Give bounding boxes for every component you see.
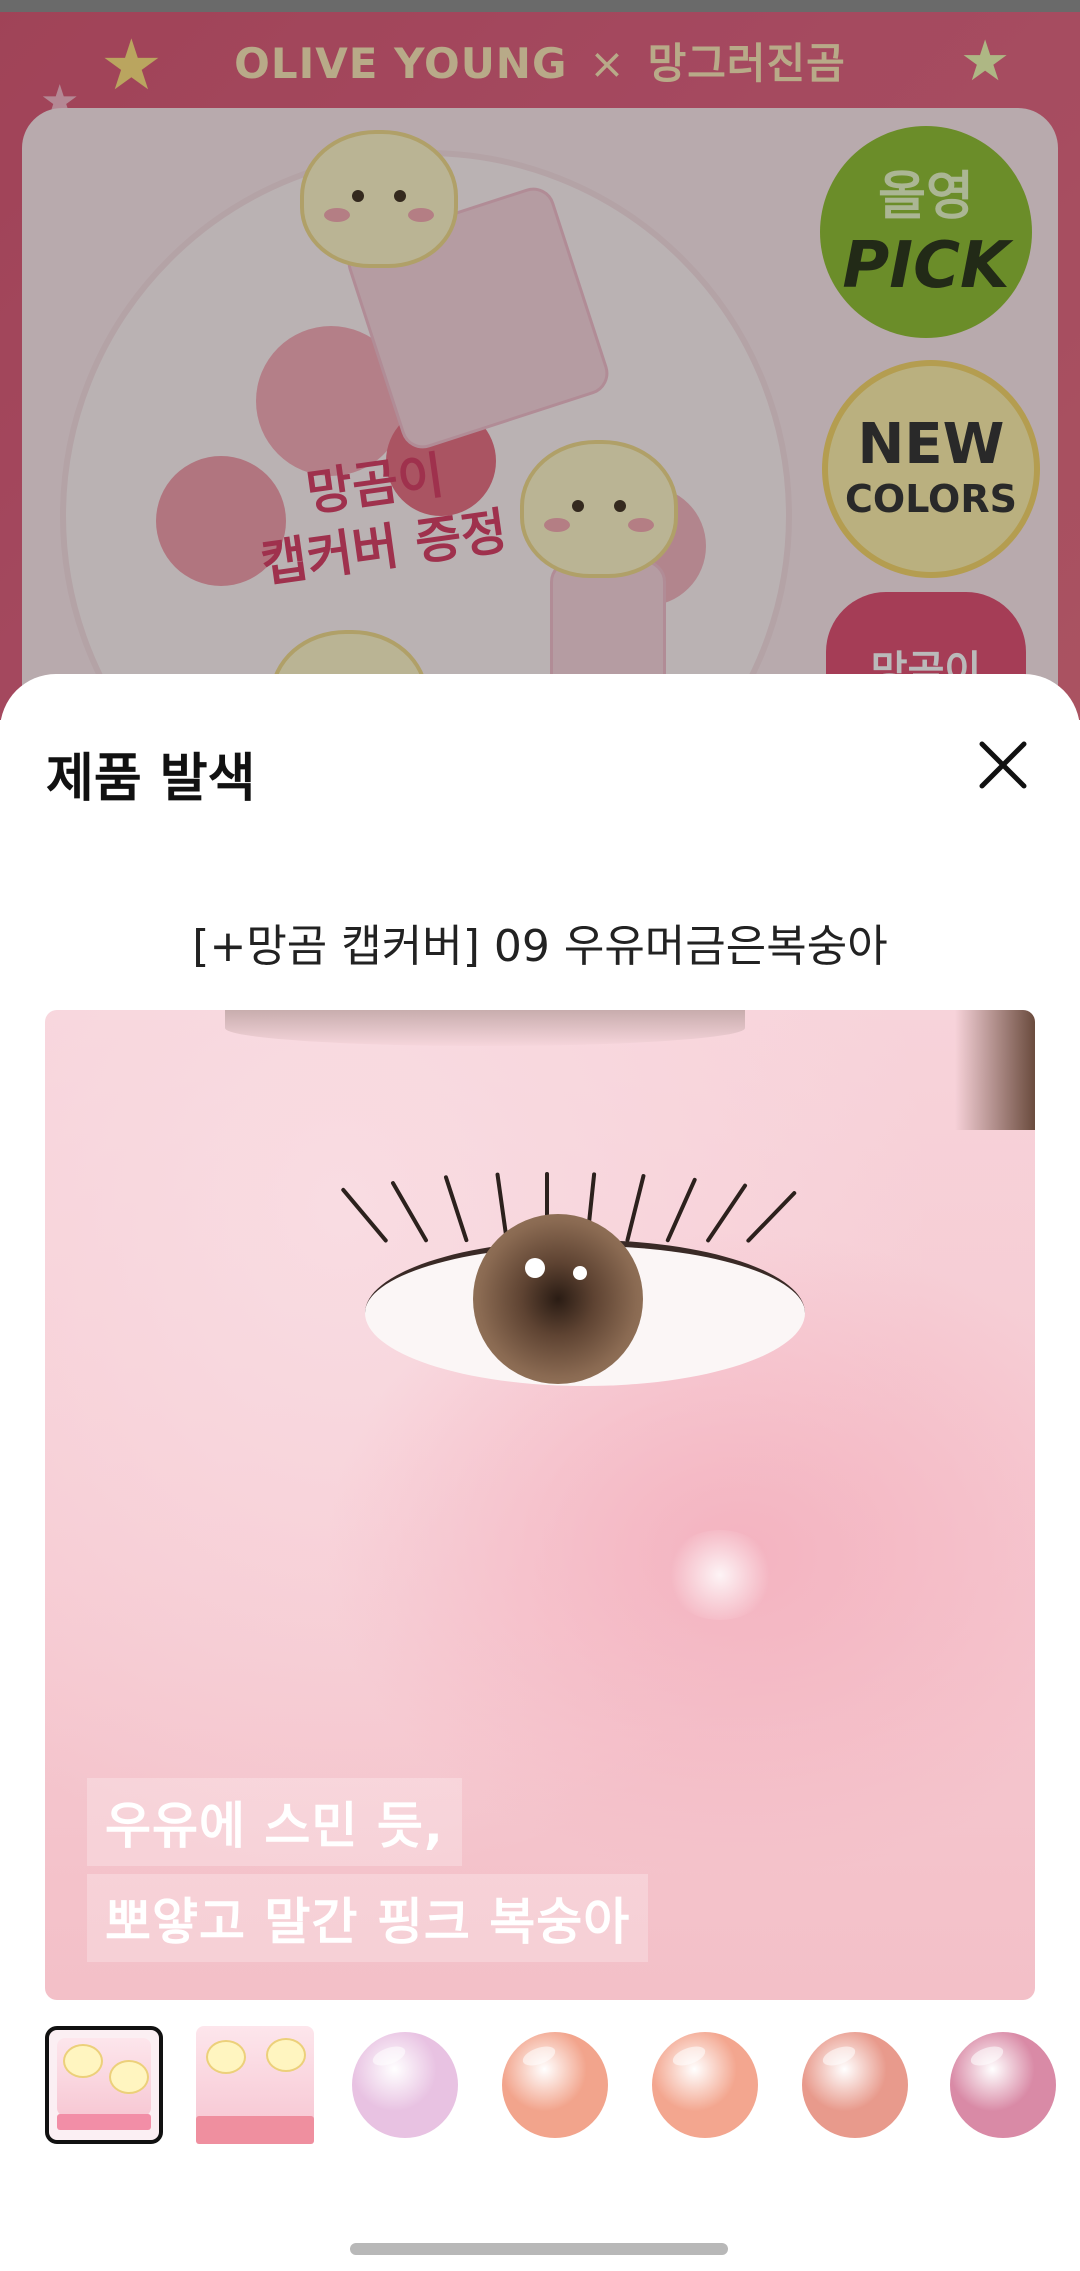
home-indicator[interactable] [350, 2243, 728, 2255]
product-option-name: [+망곰 캡커버] 09 우유머금은복숭아 [192, 921, 888, 972]
promo-banner: ★ ★ ★ OLIVE YOUNG × 망그러진곰 망곰이 캡커버 증정 올영 PI… [0, 0, 1080, 720]
modal-scrim[interactable] [0, 0, 1080, 720]
thumbnail-strip [0, 2026, 1080, 2156]
close-button[interactable] [966, 728, 1040, 802]
thumbnail-swatch-3[interactable] [652, 2032, 758, 2138]
close-icon [979, 741, 1027, 789]
thumbnail-package-2[interactable] [196, 2026, 314, 2144]
color-swatch-sheet: 제품 발색 [+망곰 캡커버] 09 우유머금은복숭아 우유에 스민 듯, 뽀얗… [0, 674, 1080, 2271]
swatch-caption-line2: 뽀얗고 말간 핑크 복숭아 [87, 1874, 649, 1962]
eye-image [340, 1150, 835, 1410]
swatch-photo: 우유에 스민 듯, 뽀얗고 말간 핑크 복숭아 [45, 1010, 1035, 2000]
thumbnail-swatch-2[interactable] [502, 2032, 608, 2138]
thumbnail-package-1[interactable] [45, 2026, 163, 2144]
thumbnail-swatch-4[interactable] [802, 2032, 908, 2138]
sheet-title: 제품 발색 [46, 749, 256, 809]
thumbnail-swatch-5[interactable] [950, 2032, 1056, 2138]
swatch-caption-line1: 우유에 스민 듯, [87, 1778, 462, 1866]
thumbnail-swatch-1[interactable] [352, 2032, 458, 2138]
